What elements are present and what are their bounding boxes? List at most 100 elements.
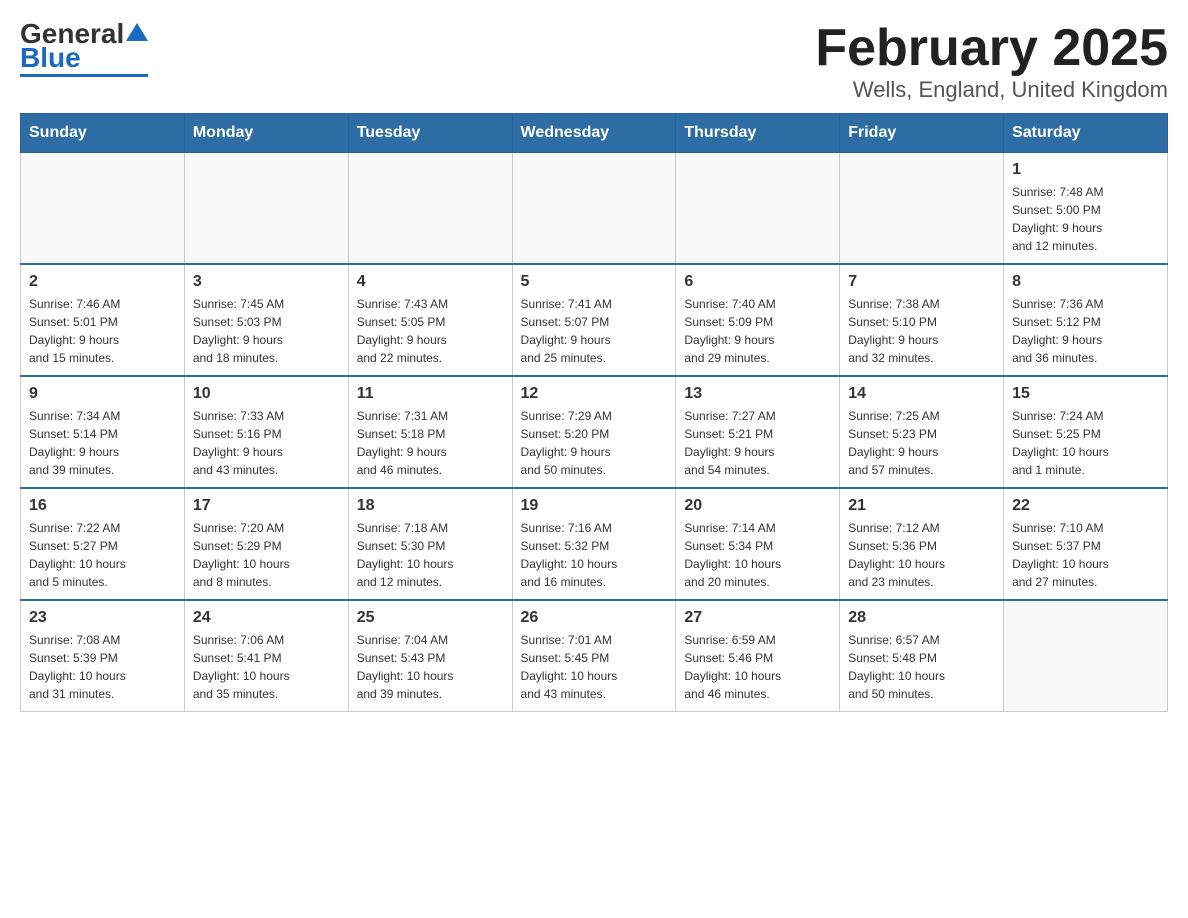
calendar-cell: 24 Sunrise: 7:06 AMSunset: 5:41 PMDayligh… xyxy=(184,600,348,712)
calendar-cell xyxy=(676,153,840,265)
calendar-cell: 5 Sunrise: 7:41 AMSunset: 5:07 PMDaylight… xyxy=(512,264,676,376)
day-number: 3 xyxy=(193,273,340,291)
day-number: 21 xyxy=(848,497,995,515)
logo-blue-text: Blue xyxy=(20,44,81,72)
calendar-body: 1Sunrise: 7:48 AMSunset: 5:00 PMDaylight… xyxy=(21,153,1168,712)
calendar-cell: 15 Sunrise: 7:24 AMSunset: 5:25 PMDayligh… xyxy=(1004,376,1168,488)
day-info: Sunrise: 7:40 AMSunset: 5:09 PMDaylight:… xyxy=(684,295,831,367)
calendar-cell xyxy=(348,153,512,265)
day-info: Sunrise: 7:34 AMSunset: 5:14 PMDaylight:… xyxy=(29,407,176,479)
page-title: February 2025 xyxy=(815,20,1168,77)
day-info: Sunrise: 7:24 AMSunset: 5:25 PMDaylight:… xyxy=(1012,407,1159,479)
day-info: Sunrise: 7:14 AMSunset: 5:34 PMDaylight:… xyxy=(684,519,831,591)
day-info: Sunrise: 7:31 AMSunset: 5:18 PMDaylight:… xyxy=(357,407,504,479)
day-number: 16 xyxy=(29,497,176,515)
day-info: Sunrise: 7:22 AMSunset: 5:27 PMDaylight:… xyxy=(29,519,176,591)
weekday-header-wednesday: Wednesday xyxy=(512,114,676,153)
calendar-cell: 27 Sunrise: 6:59 AMSunset: 5:46 PMDayligh… xyxy=(676,600,840,712)
day-number: 9 xyxy=(29,385,176,403)
calendar-cell: 13 Sunrise: 7:27 AMSunset: 5:21 PMDayligh… xyxy=(676,376,840,488)
calendar-week-5: 23 Sunrise: 7:08 AMSunset: 5:39 PMDayligh… xyxy=(21,600,1168,712)
calendar-cell: 12Sunrise: 7:29 AMSunset: 5:20 PMDayligh… xyxy=(512,376,676,488)
day-number: 28 xyxy=(848,609,995,627)
day-number: 17 xyxy=(193,497,340,515)
calendar-cell xyxy=(21,153,185,265)
calendar-cell: 11 Sunrise: 7:31 AMSunset: 5:18 PMDayligh… xyxy=(348,376,512,488)
day-info: Sunrise: 7:41 AMSunset: 5:07 PMDaylight:… xyxy=(521,295,668,367)
day-info: Sunrise: 7:45 AMSunset: 5:03 PMDaylight:… xyxy=(193,295,340,367)
calendar-week-1: 1Sunrise: 7:48 AMSunset: 5:00 PMDaylight… xyxy=(21,153,1168,265)
day-number: 7 xyxy=(848,273,995,291)
calendar-cell: 28 Sunrise: 6:57 AMSunset: 5:48 PMDayligh… xyxy=(840,600,1004,712)
calendar-cell: 22 Sunrise: 7:10 AMSunset: 5:37 PMDayligh… xyxy=(1004,488,1168,600)
calendar-cell xyxy=(1004,600,1168,712)
day-info: Sunrise: 7:08 AMSunset: 5:39 PMDaylight:… xyxy=(29,631,176,703)
calendar-table: SundayMondayTuesdayWednesdayThursdayFrid… xyxy=(20,113,1168,712)
day-info: Sunrise: 7:33 AMSunset: 5:16 PMDaylight:… xyxy=(193,407,340,479)
calendar-cell: 20 Sunrise: 7:14 AMSunset: 5:34 PMDayligh… xyxy=(676,488,840,600)
logo-triangle-icon xyxy=(126,21,148,43)
calendar-cell xyxy=(512,153,676,265)
title-block: February 2025 Wells, England, United Kin… xyxy=(815,20,1168,103)
calendar-cell xyxy=(840,153,1004,265)
day-info: Sunrise: 7:01 AMSunset: 5:45 PMDaylight:… xyxy=(521,631,668,703)
calendar-cell: 1Sunrise: 7:48 AMSunset: 5:00 PMDaylight… xyxy=(1004,153,1168,265)
calendar-cell: 21 Sunrise: 7:12 AMSunset: 5:36 PMDayligh… xyxy=(840,488,1004,600)
logo-underline xyxy=(20,74,148,77)
day-number: 2 xyxy=(29,273,176,291)
day-number: 23 xyxy=(29,609,176,627)
day-info: Sunrise: 7:18 AMSunset: 5:30 PMDaylight:… xyxy=(357,519,504,591)
calendar-week-4: 16 Sunrise: 7:22 AMSunset: 5:27 PMDayligh… xyxy=(21,488,1168,600)
weekday-header-monday: Monday xyxy=(184,114,348,153)
calendar-cell: 17 Sunrise: 7:20 AMSunset: 5:29 PMDayligh… xyxy=(184,488,348,600)
day-number: 6 xyxy=(684,273,831,291)
calendar-header: SundayMondayTuesdayWednesdayThursdayFrid… xyxy=(21,114,1168,153)
day-number: 19 xyxy=(521,497,668,515)
day-number: 1 xyxy=(1012,161,1159,179)
day-info: Sunrise: 7:20 AMSunset: 5:29 PMDaylight:… xyxy=(193,519,340,591)
day-number: 13 xyxy=(684,385,831,403)
weekday-header-tuesday: Tuesday xyxy=(348,114,512,153)
day-number: 20 xyxy=(684,497,831,515)
day-info: Sunrise: 7:29 AMSunset: 5:20 PMDaylight:… xyxy=(521,407,668,479)
day-number: 15 xyxy=(1012,385,1159,403)
weekday-header-saturday: Saturday xyxy=(1004,114,1168,153)
day-info: Sunrise: 7:10 AMSunset: 5:37 PMDaylight:… xyxy=(1012,519,1159,591)
day-info: Sunrise: 7:06 AMSunset: 5:41 PMDaylight:… xyxy=(193,631,340,703)
day-number: 14 xyxy=(848,385,995,403)
day-number: 4 xyxy=(357,273,504,291)
calendar-cell: 16 Sunrise: 7:22 AMSunset: 5:27 PMDayligh… xyxy=(21,488,185,600)
calendar-cell: 10 Sunrise: 7:33 AMSunset: 5:16 PMDayligh… xyxy=(184,376,348,488)
calendar-cell: 8Sunrise: 7:36 AMSunset: 5:12 PMDaylight… xyxy=(1004,264,1168,376)
day-info: Sunrise: 6:57 AMSunset: 5:48 PMDaylight:… xyxy=(848,631,995,703)
day-number: 25 xyxy=(357,609,504,627)
page-header: General Blue February 2025 Wells, Englan… xyxy=(20,20,1168,103)
day-info: Sunrise: 7:27 AMSunset: 5:21 PMDaylight:… xyxy=(684,407,831,479)
day-number: 24 xyxy=(193,609,340,627)
calendar-cell xyxy=(184,153,348,265)
day-number: 10 xyxy=(193,385,340,403)
logo: General Blue xyxy=(20,20,148,77)
calendar-cell: 25 Sunrise: 7:04 AMSunset: 5:43 PMDayligh… xyxy=(348,600,512,712)
day-number: 5 xyxy=(521,273,668,291)
calendar-cell: 2 Sunrise: 7:46 AMSunset: 5:01 PMDaylight… xyxy=(21,264,185,376)
weekday-header-row: SundayMondayTuesdayWednesdayThursdayFrid… xyxy=(21,114,1168,153)
day-info: Sunrise: 7:46 AMSunset: 5:01 PMDaylight:… xyxy=(29,295,176,367)
calendar-cell: 4 Sunrise: 7:43 AMSunset: 5:05 PMDaylight… xyxy=(348,264,512,376)
weekday-header-sunday: Sunday xyxy=(21,114,185,153)
calendar-cell: 26Sunrise: 7:01 AMSunset: 5:45 PMDayligh… xyxy=(512,600,676,712)
day-info: Sunrise: 6:59 AMSunset: 5:46 PMDaylight:… xyxy=(684,631,831,703)
day-info: Sunrise: 7:04 AMSunset: 5:43 PMDaylight:… xyxy=(357,631,504,703)
day-info: Sunrise: 7:12 AMSunset: 5:36 PMDaylight:… xyxy=(848,519,995,591)
day-info: Sunrise: 7:38 AMSunset: 5:10 PMDaylight:… xyxy=(848,295,995,367)
day-number: 11 xyxy=(357,385,504,403)
day-info: Sunrise: 7:25 AMSunset: 5:23 PMDaylight:… xyxy=(848,407,995,479)
calendar-cell: 18Sunrise: 7:18 AMSunset: 5:30 PMDayligh… xyxy=(348,488,512,600)
weekday-header-friday: Friday xyxy=(840,114,1004,153)
day-number: 27 xyxy=(684,609,831,627)
day-number: 22 xyxy=(1012,497,1159,515)
calendar-cell: 23 Sunrise: 7:08 AMSunset: 5:39 PMDayligh… xyxy=(21,600,185,712)
calendar-cell: 7 Sunrise: 7:38 AMSunset: 5:10 PMDaylight… xyxy=(840,264,1004,376)
weekday-header-thursday: Thursday xyxy=(676,114,840,153)
day-info: Sunrise: 7:43 AMSunset: 5:05 PMDaylight:… xyxy=(357,295,504,367)
